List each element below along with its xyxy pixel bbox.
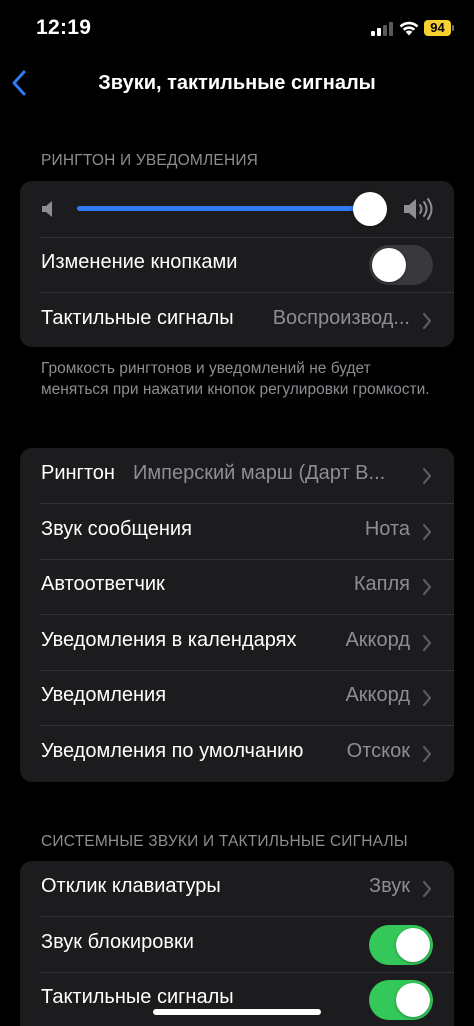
home-indicator[interactable] — [153, 1009, 321, 1015]
sound-row-notifications[interactable]: Уведомления Аккорд — [20, 670, 454, 726]
list-item-value: Капля — [353, 573, 410, 595]
volume-slider[interactable] — [77, 206, 367, 211]
system-haptics-label: Тактильные сигналы — [41, 986, 234, 1008]
system-haptics-toggle[interactable] — [369, 980, 433, 1020]
haptics-value: Воспроизвод... — [272, 307, 410, 329]
chevron-right-icon — [422, 880, 432, 898]
list-item-label: Автоответчик — [41, 573, 165, 595]
system-group: Отклик клавиатуры Звук Звук блокировки Т… — [20, 861, 454, 1026]
chevron-right-icon — [422, 312, 432, 330]
status-time: 12:19 — [36, 16, 92, 39]
change-with-buttons-toggle[interactable] — [369, 245, 433, 285]
lock-sound-toggle[interactable] — [369, 925, 433, 965]
ringer-group: Изменение кнопками Тактильные сигналы Во… — [20, 181, 454, 347]
list-item-label: Звук сообщения — [41, 518, 192, 540]
lock-sound-label: Звук блокировки — [41, 931, 194, 953]
sound-row-ringtone[interactable]: Рингтон Имперский марш (Дарт В... — [20, 448, 454, 504]
page-title: Звуки, тактильные сигналы — [98, 72, 376, 94]
status-bar: 12:19 94 — [0, 0, 474, 60]
sound-row-voicemail[interactable]: Автоответчик Капля — [20, 559, 454, 615]
list-item-label: Уведомления по умолчанию — [41, 740, 304, 762]
sounds-group: Рингтон Имперский марш (Дарт В... Звук с… — [20, 448, 454, 782]
speaker-loud-icon — [404, 198, 433, 220]
section-header-system: СИСТЕМНЫЕ ЗВУКИ И ТАКТИЛЬНЫЕ СИГНАЛЫ — [41, 833, 408, 850]
list-item-label: Рингтон — [41, 462, 115, 484]
battery-cap — [452, 25, 454, 31]
haptics-row[interactable]: Тактильные сигналы Воспроизвод... — [20, 293, 454, 347]
section-header-ringer: РИНГТОН И УВЕДОМЛЕНИЯ — [41, 152, 259, 169]
battery-level: 94 — [424, 20, 451, 36]
list-item-value: Аккорд — [345, 629, 410, 651]
chevron-right-icon — [422, 578, 432, 596]
sound-row-default-alerts[interactable]: Уведомления по умолчанию Отскок — [20, 726, 454, 782]
list-item-value: Имперский марш (Дарт В... — [133, 462, 386, 484]
toggle-knob — [396, 928, 430, 962]
change-with-buttons-label: Изменение кнопками — [41, 251, 238, 273]
sound-row-message[interactable]: Звук сообщения Нота — [20, 504, 454, 560]
list-item-label: Уведомления в календарях — [41, 629, 297, 651]
ringer-footer-note: Громкость рингтонов и уведомлений не буд… — [41, 360, 430, 398]
chevron-right-icon — [422, 745, 432, 763]
volume-slider-row — [20, 181, 454, 237]
toggle-knob — [372, 248, 406, 282]
chevron-right-icon — [422, 467, 432, 485]
list-item-label: Уведомления — [41, 684, 167, 706]
lock-sound-row: Звук блокировки — [20, 917, 454, 973]
row-divider — [40, 237, 454, 238]
wifi-icon — [399, 21, 419, 36]
keyboard-feedback-row[interactable]: Отклик клавиатуры Звук — [20, 861, 454, 917]
chevron-right-icon — [422, 523, 432, 541]
volume-slider-thumb[interactable] — [353, 192, 387, 226]
chevron-right-icon — [422, 634, 432, 652]
sound-row-calendar[interactable]: Уведомления в календарях Аккорд — [20, 615, 454, 671]
keyboard-feedback-value: Звук — [368, 875, 410, 897]
keyboard-feedback-label: Отклик клавиатуры — [41, 875, 221, 897]
speaker-low-icon — [42, 201, 52, 217]
list-item-value: Аккорд — [345, 684, 410, 706]
system-haptics-row: Тактильные сигналы — [20, 972, 454, 1026]
cellular-signal-icon — [371, 22, 393, 36]
toggle-knob — [396, 983, 430, 1017]
change-with-buttons-row: Изменение кнопками — [20, 237, 454, 293]
haptics-label: Тактильные сигналы — [41, 307, 234, 329]
volume-slider-fill — [77, 206, 367, 211]
list-item-value: Нота — [364, 518, 410, 540]
list-item-value: Отскок — [346, 740, 410, 762]
chevron-right-icon — [422, 689, 432, 707]
